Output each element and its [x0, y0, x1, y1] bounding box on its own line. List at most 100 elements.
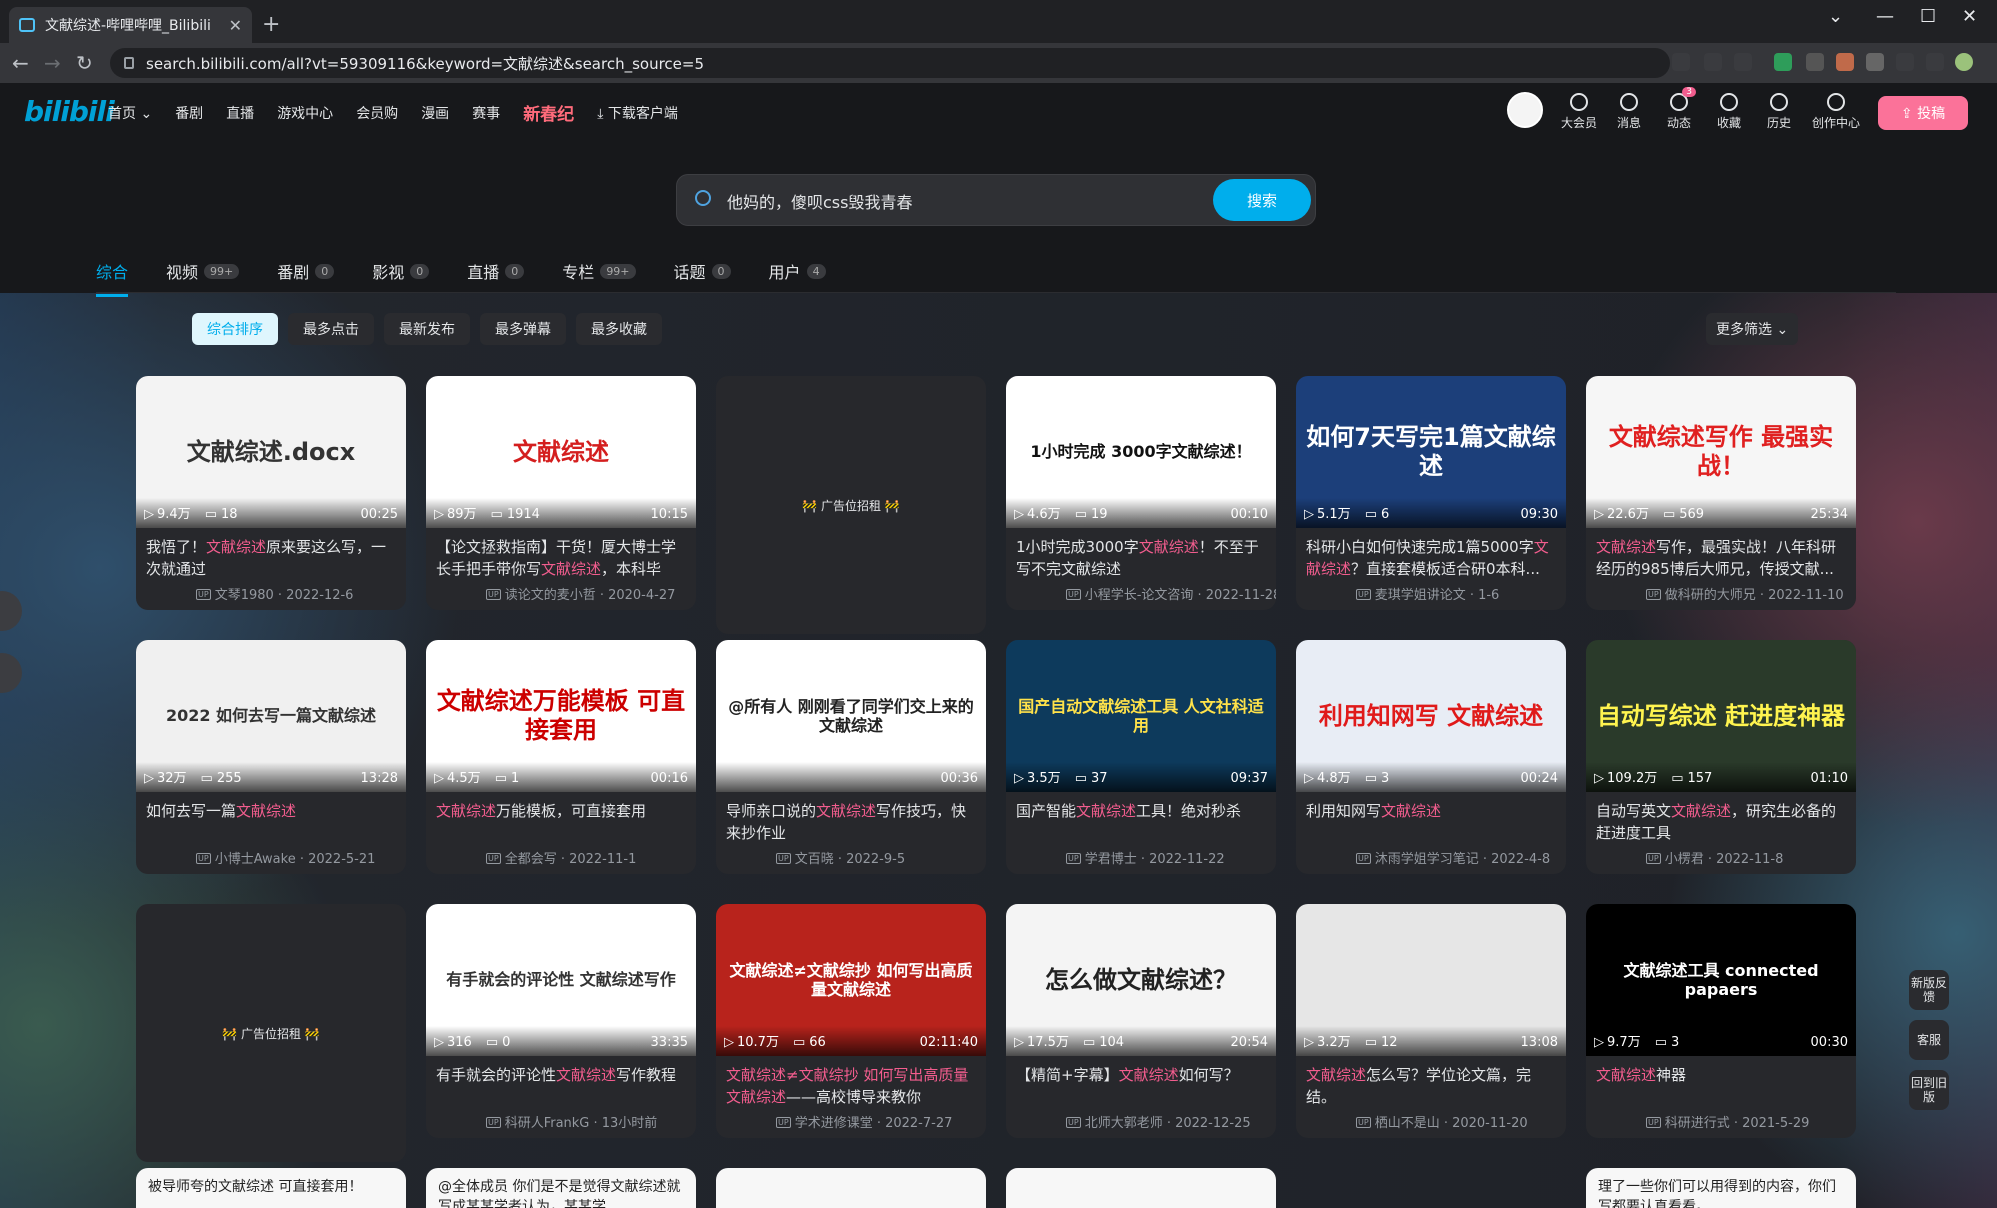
browser-tab[interactable]: 文献综述-哔哩哔哩_Bilibili ✕ [9, 7, 252, 43]
video-thumbnail[interactable]: 2022 如何去写一篇文献综述 32万 255 13:28 [136, 640, 406, 792]
tab-live[interactable]: 直播 0 [467, 251, 525, 291]
video-title[interactable]: 1小时完成3000字文献综述！不至于写不完文献综述 [1016, 536, 1266, 580]
tab-user[interactable]: 用户 4 [769, 251, 826, 291]
video-card-partial[interactable]: 理了一些你们可以用得到的内容，你们写都要认真看看。 [1586, 1168, 1856, 1208]
bookmark-star-icon[interactable] [1734, 53, 1752, 71]
nav-home[interactable]: 首页 ⌄ [108, 103, 152, 125]
profile-icon[interactable] [1955, 53, 1973, 71]
video-card[interactable]: 2022 如何去写一篇文献综述 32万 255 13:28 如何去写一篇文献综述小博士A… [136, 640, 406, 874]
video-title[interactable]: 我悟了！文献综述原来要这么写，一次就通过 [146, 536, 396, 580]
video-title[interactable]: 自动写英文文献综述，研究生必备的赶进度工具 [1596, 800, 1846, 844]
video-card[interactable]: @所有人 刚刚看了同学们交上来的文献综述 00:36 导师亲口说的文献综述写作技巧，… [716, 640, 986, 874]
tab-bangumi[interactable]: 番剧 0 [277, 251, 335, 291]
search-button[interactable]: 搜索 [1213, 179, 1311, 221]
tab-all[interactable]: 综合 [96, 251, 129, 297]
tab-article[interactable]: 专栏 99+ [562, 251, 636, 291]
filter-most-clicks[interactable]: 最多点击 [288, 313, 374, 345]
uploader-info[interactable]: 学君博士 · 2022-11-22 [1066, 848, 1225, 867]
maximize-icon[interactable]: ☐ [1920, 6, 1936, 27]
address-bar[interactable]: search.bilibili.com/all?vt=59309116&keyw… [110, 48, 1670, 78]
video-thumbnail[interactable]: 1小时完成 3000字文献综述！ 4.6万 19 00:10 [1006, 376, 1276, 528]
minimize-icon[interactable]: — [1876, 6, 1894, 27]
forward-icon[interactable]: → [44, 51, 61, 75]
video-card[interactable]: 1小时完成 3000字文献综述！ 4.6万 19 00:10 1小时完成3000字文献综… [1006, 376, 1276, 610]
video-card[interactable]: 3.2万 12 13:08 文献综述怎么写？学位论文篇，完结。栖山不是山 · 2020… [1296, 904, 1566, 1138]
nav-spring-festival[interactable]: 新春纪 [523, 100, 574, 125]
extension-icon[interactable] [1774, 53, 1792, 71]
nav-manga[interactable]: 漫画 [421, 103, 449, 125]
video-card[interactable]: 利用知网写 文献综述 4.8万 3 00:24 利用知网写文献综述沐雨学姐学习笔记 · … [1296, 640, 1566, 874]
uploader-info[interactable]: 北师大郭老师 · 2022-12-25 [1066, 1112, 1251, 1131]
nav-download-client[interactable]: ⤓ 下载客户端 [597, 103, 678, 125]
video-card-partial[interactable] [716, 1168, 986, 1208]
video-thumbnail[interactable]: 国产自动文献综述工具 人文社科适用 3.5万 37 09:37 [1006, 640, 1276, 792]
video-title[interactable]: 【论文拯救指南】干货！厦大博士学长手把手带你写文献综述，本科毕设... [436, 536, 686, 580]
video-title[interactable]: 有手就会的评论性文献综述写作教程 [436, 1064, 686, 1108]
nav-game[interactable]: 游戏中心 [277, 103, 333, 125]
uploader-info[interactable]: 栖山不是山 · 2020-11-20 [1356, 1112, 1528, 1131]
filter-most-danmaku[interactable]: 最多弹幕 [480, 313, 566, 345]
close-tab-icon[interactable]: ✕ [229, 16, 242, 35]
back-icon[interactable]: ← [12, 51, 29, 75]
uploader-info[interactable]: 麦琪学姐讲论文 · 1-6 [1356, 584, 1500, 603]
new-tab-icon[interactable]: + [262, 12, 280, 37]
tab-topic[interactable]: 话题 0 [674, 251, 731, 291]
video-title[interactable]: 国产智能文献综述工具！绝对秒杀 [1016, 800, 1266, 844]
video-card[interactable]: 文献综述写作 最强实战！ 22.6万 569 25:34 文献综述写作，最强实战！八年科… [1586, 376, 1856, 610]
uploader-info[interactable]: 读论文的麦小哲 · 2020-4-27 [486, 584, 676, 603]
video-card-partial[interactable]: @全体成员 你们是不是觉得文献综述就写成某某学者认为，某某学 [426, 1168, 696, 1208]
uploader-info[interactable]: 科研人FrankG · 13小时前 [486, 1112, 658, 1131]
uploader-info[interactable]: 全都会写 · 2022-11-1 [486, 848, 637, 867]
video-thumbnail[interactable]: 文献综述工具 connected papaers 9.7万 3 00:30 [1586, 904, 1856, 1056]
video-thumbnail[interactable]: 文献综述 89万 1914 10:15 [426, 376, 696, 528]
nav-mall[interactable]: 会员购 [356, 103, 398, 125]
nav-anime[interactable]: 番剧 [175, 103, 203, 125]
video-card[interactable]: 文献综述.docx 9.4万 18 00:25 我悟了！文献综述原来要这么写，一次就通过… [136, 376, 406, 610]
video-thumbnail[interactable]: 3.2万 12 13:08 [1296, 904, 1566, 1056]
video-thumbnail[interactable]: 利用知网写 文献综述 4.8万 3 00:24 [1296, 640, 1566, 792]
video-card[interactable]: 文献综述 89万 1914 10:15 【论文拯救指南】干货！厦大博士学长手把手带你写文… [426, 376, 696, 610]
video-card[interactable]: 文献综述≠文献综抄 如何写出高质量文献综述10.7万6602:11:40文献综述… [716, 904, 986, 1138]
video-title[interactable]: 文献综述≠文献综抄 如何写出高质量文献综述——高校博导来教你 [726, 1064, 976, 1108]
video-thumbnail[interactable]: @所有人 刚刚看了同学们交上来的文献综述 00:36 [716, 640, 986, 792]
dynamic-button[interactable]: 3 动态 [1660, 87, 1698, 131]
filter-default[interactable]: 综合排序 [192, 313, 278, 345]
video-thumbnail[interactable]: 自动写综述 赶进度神器 109.2万 157 01:10 [1586, 640, 1856, 792]
extension-icon[interactable] [1866, 53, 1884, 71]
filter-most-favorites[interactable]: 最多收藏 [576, 313, 662, 345]
search-input[interactable]: 他妈的，傻呗css毁我青春 [727, 189, 912, 213]
share-icon[interactable] [1704, 53, 1722, 71]
video-card[interactable]: 国产自动文献综述工具 人文社科适用 3.5万 37 09:37 国产智能文献综述工具！绝… [1006, 640, 1276, 874]
reload-icon[interactable]: ↻ [76, 51, 93, 75]
sidepanel-icon[interactable] [1926, 53, 1944, 71]
more-filters-button[interactable]: 更多筛选 ⌄ [1706, 313, 1799, 345]
creator-center-button[interactable]: 创作中心 [1810, 93, 1862, 131]
video-title[interactable]: 利用知网写文献综述 [1306, 800, 1556, 844]
translate-icon[interactable] [1672, 53, 1690, 71]
upload-button[interactable]: ⇪ 投稿 [1878, 96, 1968, 130]
video-card[interactable]: 怎么做文献综述？ 17.5万 104 20:54 【精简+字幕】文献综述如何写？ 北师大郭… [1006, 904, 1276, 1138]
uploader-info[interactable]: 小楞君 · 2022-11-8 [1646, 848, 1784, 867]
uploader-info[interactable]: 学术进修课堂 · 2022-7-27 [776, 1112, 953, 1131]
video-title[interactable]: 文献综述怎么写？学位论文篇，完结。 [1306, 1064, 1556, 1108]
close-window-icon[interactable]: ✕ [1962, 6, 1977, 27]
video-title[interactable]: 科研小白如何快速完成1篇5000字文献综述？直接套模板适合研0本科... [1306, 536, 1556, 580]
tab-film[interactable]: 影视 0 [372, 251, 430, 291]
video-title[interactable]: 文献综述写作，最强实战！八年科研经历的985博后大师兄，传授文献... [1596, 536, 1846, 580]
customer-service-button[interactable]: 客服 [1909, 1020, 1949, 1060]
message-button[interactable]: 消息 [1610, 93, 1648, 131]
tab-video[interactable]: 视频 99+ [166, 251, 240, 291]
uploader-info[interactable]: 小程学长-论文咨询 · 2022-11-28 [1066, 584, 1276, 603]
video-title[interactable]: 【精简+字幕】文献综述如何写？ [1016, 1064, 1266, 1108]
filter-newest[interactable]: 最新发布 [384, 313, 470, 345]
video-title[interactable]: 如何去写一篇文献综述 [146, 800, 396, 844]
video-card[interactable]: 有手就会的评论性 文献综述写作 316 0 33:35 有手就会的评论性文献综述写作教程… [426, 904, 696, 1138]
user-avatar[interactable] [1507, 92, 1543, 128]
video-title[interactable]: 导师亲口说的文献综述写作技巧，快来抄作业 [726, 800, 976, 844]
ad-slot[interactable]: 🚧 广告位招租 🚧 [136, 904, 406, 1162]
bilibili-logo[interactable]: bilibili [24, 95, 115, 128]
ad-slot[interactable]: 🚧 广告位招租 🚧 [716, 376, 986, 634]
uploader-info[interactable]: 小博士Awake · 2022-5-21 [196, 848, 376, 867]
video-card-partial[interactable] [1006, 1168, 1276, 1208]
feedback-button[interactable]: 新版反馈 [1909, 970, 1949, 1010]
